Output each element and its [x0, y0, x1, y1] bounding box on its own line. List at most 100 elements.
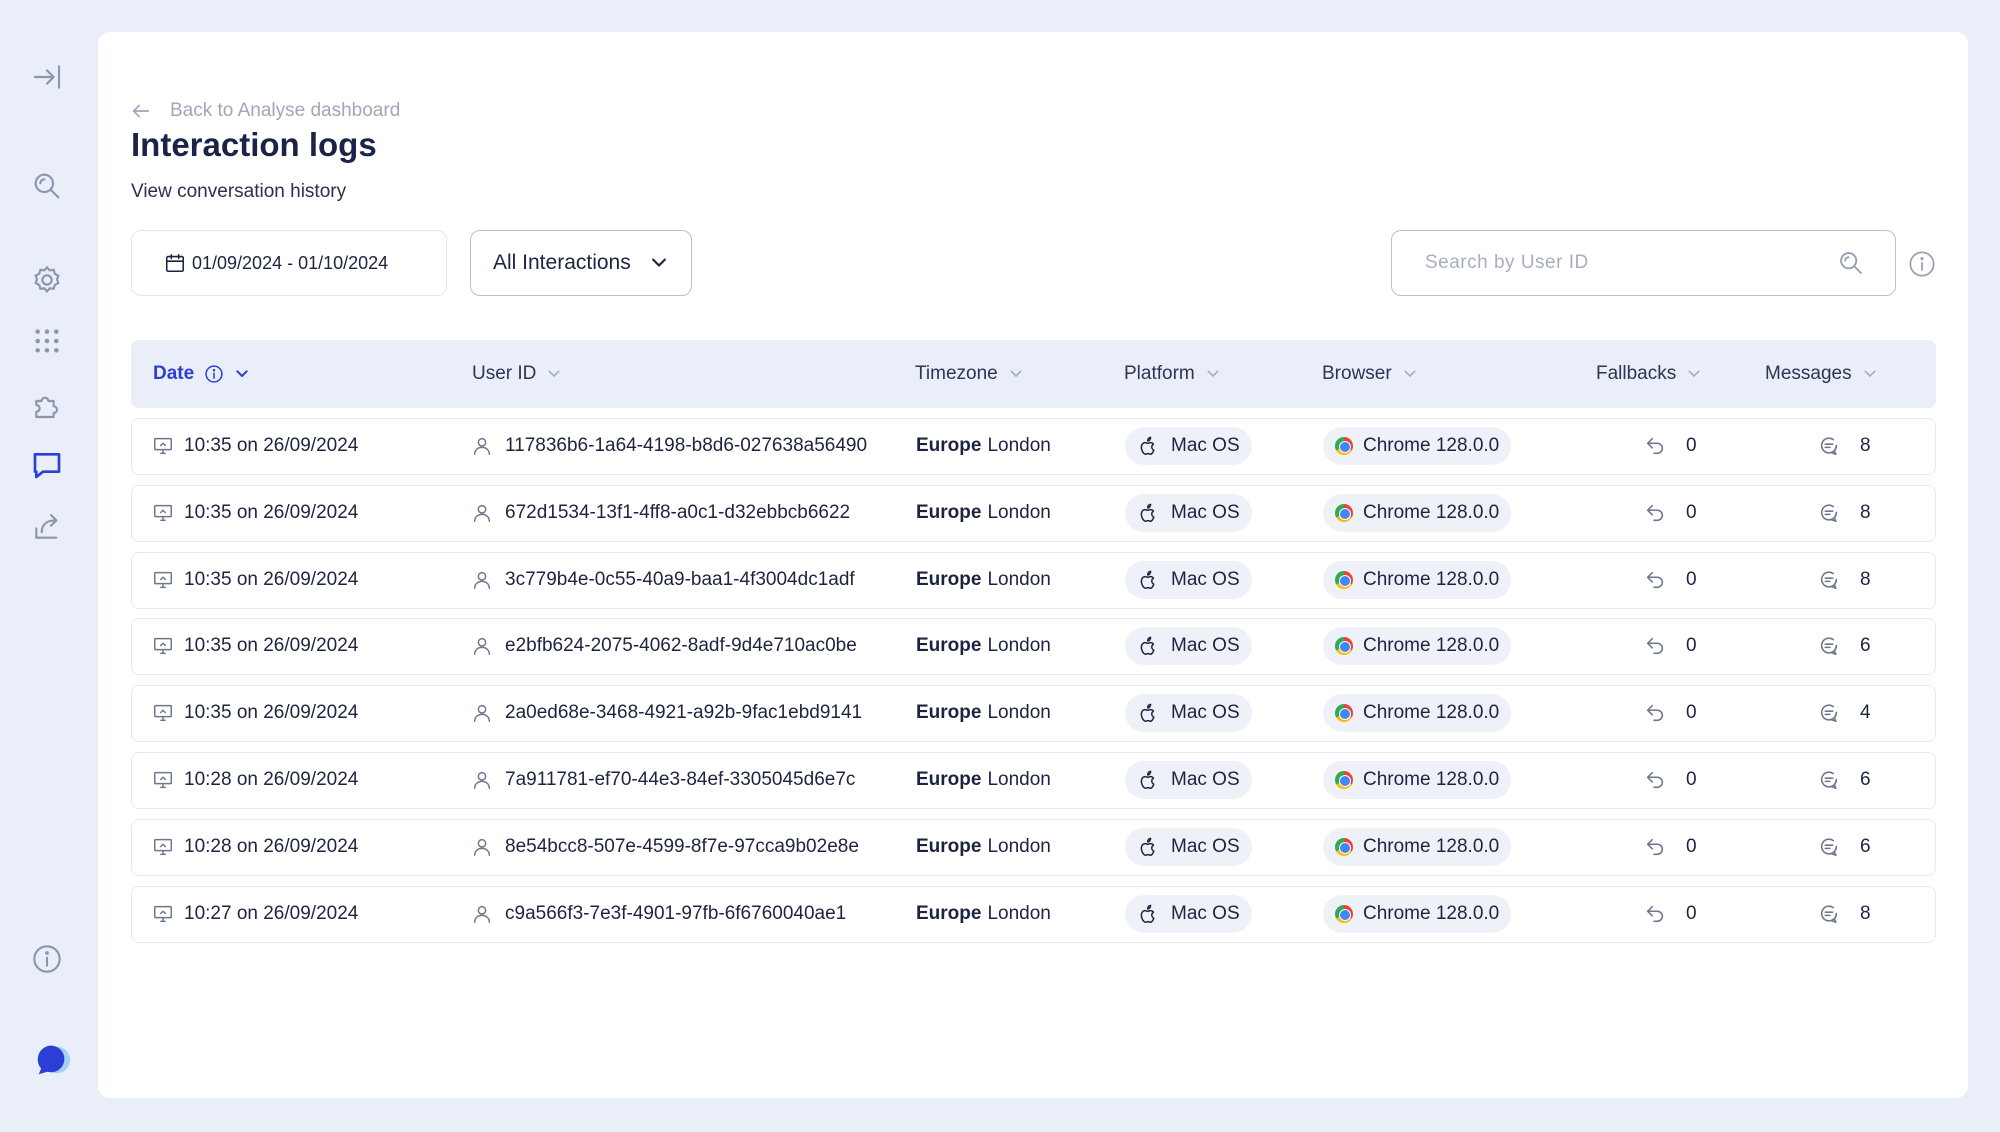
search-icon[interactable]	[28, 167, 66, 205]
browser-cell: Chrome 128.0.0	[1323, 486, 1512, 540]
arrow-left-icon	[132, 104, 150, 118]
user-id-value: 3c779b4e-0c55-40a9-baa1-4f3004dc1adf	[505, 568, 855, 590]
fallback-icon	[1646, 705, 1664, 722]
date-value: 10:27 on 26/09/2024	[184, 902, 359, 924]
column-header-messages[interactable]: Messages	[1765, 340, 1878, 408]
platform-pill: Mac OS	[1125, 894, 1252, 933]
browser-pill: Chrome 128.0.0	[1323, 827, 1512, 866]
table-row[interactable]: 10:35 on 26/09/2024 e2bfb624-2075-4062-8…	[131, 618, 1936, 676]
user-id-value: 672d1534-13f1-4ff8-a0c1-d32ebbcb6622	[505, 501, 851, 523]
date-range-picker[interactable]: 01/09/2024 - 01/10/2024	[131, 230, 447, 296]
column-label: Browser	[1322, 363, 1392, 384]
column-header-timezone[interactable]: Timezone	[915, 340, 1024, 408]
integrations-icon[interactable]	[28, 386, 66, 424]
column-header-browser[interactable]: Browser	[1322, 340, 1418, 408]
fallbacks-value: 0	[1686, 435, 1697, 456]
browser-pill: Chrome 128.0.0	[1323, 627, 1512, 666]
browser-value: Chrome 128.0.0	[1363, 635, 1500, 657]
interaction-filter-select[interactable]: All Interactions	[470, 230, 692, 296]
chevron-down-icon	[548, 370, 560, 377]
apple-icon	[1137, 635, 1159, 657]
search-icon[interactable]	[1837, 249, 1865, 277]
user-id-cell: 7a911781-ef70-44e3-84ef-3305045d6e7c	[471, 753, 855, 807]
table-row[interactable]: 10:35 on 26/09/2024 2a0ed68e-3468-4921-a…	[131, 685, 1936, 743]
monitor-icon	[154, 638, 172, 655]
share-icon[interactable]	[28, 508, 66, 546]
column-label: Fallbacks	[1596, 363, 1677, 384]
table-row[interactable]: 10:28 on 26/09/2024 8e54bcc8-507e-4599-8…	[131, 818, 1936, 876]
info-icon[interactable]	[204, 364, 224, 384]
messages-cell: 6	[1818, 619, 1871, 673]
browser-value: Chrome 128.0.0	[1363, 835, 1500, 857]
expand-sidebar-icon[interactable]	[28, 58, 66, 96]
date-cell: 10:28 on 26/09/2024	[152, 820, 358, 874]
column-header-date[interactable]: Date	[153, 340, 250, 408]
info-icon[interactable]	[28, 940, 66, 978]
messages-cell: 8	[1818, 887, 1871, 941]
messages-cell: 6	[1818, 753, 1871, 807]
timezone-region: Europe	[916, 702, 982, 724]
timezone-city: London	[987, 635, 1051, 657]
browser-value: Chrome 128.0.0	[1363, 769, 1500, 790]
chrome-icon	[1335, 503, 1353, 522]
apple-icon	[1137, 903, 1159, 925]
fallbacks-value: 0	[1686, 769, 1697, 790]
column-header-platform[interactable]: Platform	[1124, 340, 1221, 408]
settings-icon[interactable]	[28, 261, 66, 299]
platform-pill: Mac OS	[1125, 427, 1252, 465]
platform-cell: Mac OS	[1125, 887, 1252, 941]
user-id-value: 8e54bcc8-507e-4599-8f7e-97cca9b02e8e	[505, 835, 859, 857]
platform-value: Mac OS	[1171, 635, 1240, 657]
user-icon	[473, 771, 491, 789]
table-row[interactable]: 10:35 on 26/09/2024 117836b6-1a64-4198-b…	[131, 418, 1936, 475]
apple-icon	[1137, 502, 1159, 524]
chevron-down-icon	[236, 370, 248, 377]
browser-value: Chrome 128.0.0	[1363, 902, 1500, 924]
fallbacks-value: 0	[1686, 568, 1697, 590]
brand-logo[interactable]	[34, 1040, 72, 1078]
user-icon	[473, 638, 491, 656]
table-row[interactable]: 10:28 on 26/09/2024 7a911781-ef70-44e3-8…	[131, 752, 1936, 809]
timezone-region: Europe	[916, 902, 982, 924]
platform-value: Mac OS	[1171, 568, 1240, 590]
column-header-user-id[interactable]: User ID	[472, 340, 562, 408]
timezone-region: Europe	[916, 835, 982, 857]
table-row[interactable]: 10:27 on 26/09/2024 c9a566f3-7e3f-4901-9…	[131, 885, 1936, 943]
fallback-icon	[1646, 437, 1664, 455]
search-input[interactable]	[1425, 252, 1837, 274]
fallbacks-cell: 0	[1644, 820, 1697, 874]
conversations-icon[interactable]	[28, 446, 66, 484]
date-range-value: 01/09/2024 - 01/10/2024	[192, 252, 389, 273]
messages-value: 8	[1860, 568, 1871, 590]
date-value: 10:35 on 26/09/2024	[184, 568, 359, 590]
message-icon	[1820, 838, 1838, 856]
timezone-city: London	[987, 501, 1051, 523]
platform-cell: Mac OS	[1125, 820, 1252, 874]
browser-value: Chrome 128.0.0	[1363, 435, 1500, 456]
page-title: Interaction logs	[131, 126, 377, 163]
monitor-icon	[154, 437, 172, 455]
fallbacks-cell: 0	[1644, 419, 1697, 473]
grid-icon[interactable]	[28, 322, 66, 360]
table-row[interactable]: 10:35 on 26/09/2024 3c779b4e-0c55-40a9-b…	[131, 551, 1936, 609]
fallbacks-value: 0	[1686, 501, 1697, 523]
interaction-filter-value: All Interactions	[493, 251, 631, 274]
info-icon[interactable]	[1908, 250, 1936, 278]
fallbacks-value: 0	[1686, 702, 1697, 724]
user-id-cell: e2bfb624-2075-4062-8adf-9d4e710ac0be	[471, 619, 857, 673]
messages-cell: 6	[1818, 820, 1871, 874]
timezone-cell: Europe London	[916, 619, 1051, 673]
column-label: Messages	[1765, 363, 1852, 384]
user-id-value: c9a566f3-7e3f-4901-97fb-6f6760040ae1	[505, 902, 847, 924]
table-row[interactable]: 10:35 on 26/09/2024 672d1534-13f1-4ff8-a…	[131, 484, 1936, 542]
timezone-cell: Europe London	[916, 553, 1051, 607]
column-label: Date	[153, 363, 195, 384]
monitor-icon	[154, 771, 172, 789]
column-header-fallbacks[interactable]: Fallbacks	[1596, 340, 1702, 408]
timezone-region: Europe	[916, 568, 982, 590]
user-id-cell: 8e54bcc8-507e-4599-8f7e-97cca9b02e8e	[471, 820, 859, 874]
page-subtitle: View conversation history	[131, 181, 347, 202]
platform-pill: Mac OS	[1125, 627, 1252, 666]
timezone-cell: Europe London	[916, 419, 1051, 473]
calendar-icon	[165, 253, 185, 273]
